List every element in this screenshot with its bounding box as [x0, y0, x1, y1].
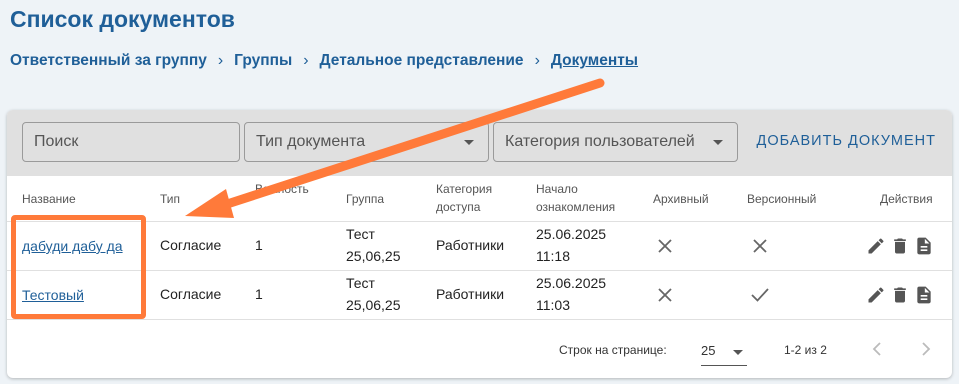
chevron-right-icon[interactable]	[919, 341, 933, 357]
chevron-down-icon	[733, 350, 743, 355]
col-name[interactable]: Название	[22, 190, 76, 208]
document-name-link[interactable]: Тестовый	[22, 284, 84, 306]
cell-start-date: 25.06.2025	[536, 226, 607, 242]
col-versioned[interactable]: Версионный	[747, 190, 816, 208]
rows-per-page-select[interactable]: 25	[701, 338, 747, 366]
toolbar: Поиск Тип документа Категория пользовате…	[7, 110, 952, 176]
delete-icon[interactable]	[890, 236, 910, 256]
check-icon	[751, 288, 769, 302]
col-archived[interactable]: Архивный	[653, 190, 709, 208]
col-start-line1: Начало	[536, 182, 578, 196]
chevron-left-icon[interactable]	[870, 341, 884, 357]
col-group[interactable]: Группа	[346, 190, 384, 208]
table-row: Тестовый Согласие 1 Тест 25,06,25 Работн…	[7, 271, 952, 320]
cell-group-line1: Тест	[346, 226, 375, 242]
cell-type: Согласие	[160, 286, 222, 302]
cell-priority: 1	[255, 286, 263, 302]
cell-group: Тест 25,06,25	[346, 223, 401, 267]
cell-type: Согласие	[160, 237, 222, 253]
close-icon	[658, 288, 672, 302]
user-category-select[interactable]: Категория пользователей	[493, 122, 738, 162]
cell-category: Работники	[436, 237, 505, 253]
cell-priority: 1	[255, 237, 263, 253]
cell-start-time: 11:18	[536, 248, 570, 264]
col-category[interactable]: Категория доступа	[436, 180, 492, 216]
documents-card: Поиск Тип документа Категория пользовате…	[7, 110, 952, 378]
cell-group-line2: 25,06,25	[346, 297, 401, 313]
page-range: 1-2 из 2	[784, 343, 827, 357]
cell-category: Работники	[436, 286, 505, 302]
chevron-down-icon	[713, 140, 723, 145]
rows-per-page-label: Строк на странице:	[559, 343, 667, 357]
chevron-right-icon: ›	[534, 52, 540, 69]
chevron-right-icon: ›	[217, 52, 224, 69]
doc-type-select[interactable]: Тип документа	[244, 122, 489, 162]
search-placeholder: Поиск	[34, 133, 79, 150]
page-title: Список документов	[10, 6, 235, 32]
chevron-down-icon	[464, 140, 474, 145]
breadcrumb-item-documents[interactable]: Документы	[551, 52, 638, 70]
edit-icon[interactable]	[866, 285, 886, 305]
add-document-button[interactable]: ДОБАВИТЬ ДОКУМЕНТ	[757, 133, 936, 149]
document-name-link[interactable]: дабуди дабу да	[22, 235, 123, 257]
cell-group: Тест 25,06,25	[346, 272, 401, 316]
col-start[interactable]: Начало ознакомления	[536, 180, 615, 216]
cell-group-line1: Тест	[346, 275, 375, 291]
search-input[interactable]: Поиск	[22, 122, 240, 162]
col-actions: Действия	[880, 192, 933, 206]
rows-per-page-value: 25	[701, 343, 716, 358]
chevron-right-icon: ›	[303, 52, 309, 69]
table-row: дабуди дабу да Согласие 1 Тест 25,06,25 …	[7, 222, 952, 271]
breadcrumb-item-detail-view[interactable]: Детальное представление	[320, 52, 524, 70]
close-icon	[658, 239, 672, 253]
close-icon	[753, 239, 767, 253]
cell-start-date: 25.06.2025	[536, 275, 607, 291]
breadcrumb-item-groups[interactable]: Группы	[234, 52, 292, 70]
breadcrumb-item-group-owner[interactable]: Ответственный за группу	[10, 52, 207, 70]
doc-type-placeholder: Тип документа	[256, 133, 366, 150]
cell-group-line2: 25,06,25	[346, 248, 401, 264]
document-icon[interactable]	[914, 285, 934, 305]
col-start-line2: ознакомления	[536, 200, 616, 214]
col-priority[interactable]: Важность	[255, 180, 309, 198]
pagination: Строк на странице: 25 1-2 из 2	[7, 338, 952, 378]
col-type[interactable]: Тип	[160, 190, 180, 208]
cell-start: 25.06.2025 11:18	[536, 223, 606, 267]
col-category-line1: Категория	[436, 182, 493, 196]
document-icon[interactable]	[914, 236, 934, 256]
cell-start-time: 11:03	[536, 297, 570, 313]
col-category-line2: доступа	[436, 200, 481, 214]
user-category-placeholder: Категория пользователей	[505, 133, 695, 150]
cell-start: 25.06.2025 11:03	[536, 272, 606, 316]
delete-icon[interactable]	[890, 285, 910, 305]
table-header: Название Тип Важность Группа Категория д…	[7, 176, 952, 222]
breadcrumb: Ответственный за группу › Группы › Детал…	[10, 52, 638, 70]
edit-icon[interactable]	[866, 236, 886, 256]
